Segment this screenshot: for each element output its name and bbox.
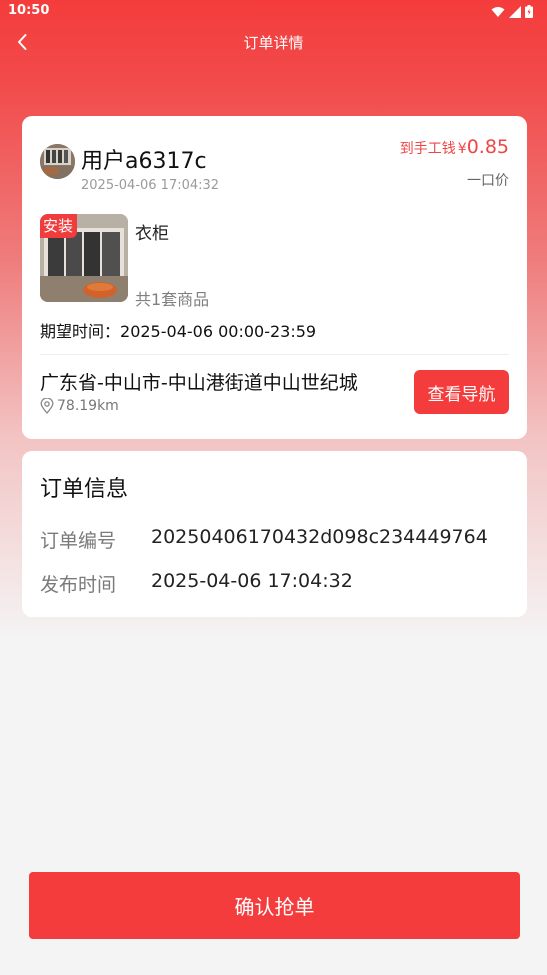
wifi-icon bbox=[491, 6, 505, 17]
product-name: 衣柜 bbox=[135, 224, 169, 244]
battery-icon bbox=[525, 5, 533, 18]
expected-time-label: 期望时间： bbox=[40, 322, 121, 341]
product-count: 共1套商品 bbox=[135, 290, 210, 309]
status-time: 10:50 bbox=[8, 3, 50, 18]
order-number-value: 20250406170432d098c234449764 bbox=[151, 526, 488, 548]
location-pin-icon bbox=[40, 398, 54, 414]
status-icons bbox=[491, 5, 533, 18]
confirm-grab-order-button[interactable]: 确认抢单 bbox=[29, 872, 520, 939]
price-label: 到手工钱 bbox=[399, 141, 456, 157]
avatar-image bbox=[40, 144, 75, 179]
product-image: 安装 bbox=[40, 214, 128, 302]
order-info-title: 订单信息 bbox=[40, 477, 129, 502]
install-tag: 安装 bbox=[40, 214, 78, 238]
divider bbox=[40, 354, 509, 355]
order-card: 用户a6317c 2025-04-06 17:04:32 到手工钱 ¥ 0.85… bbox=[22, 116, 527, 439]
expected-time-row: 期望时间：2025-04-06 00:00-23:59 bbox=[40, 318, 316, 342]
price-type: 一口价 bbox=[467, 173, 509, 189]
price-currency: ¥ bbox=[457, 141, 467, 157]
distance-row: 78.19km bbox=[40, 398, 119, 414]
distance-value: 78.19km bbox=[57, 398, 119, 414]
page-title: 订单详情 bbox=[243, 34, 304, 52]
order-number-label: 订单编号 bbox=[40, 530, 117, 552]
order-number-row: 订单编号 20250406170432d098c234449764 bbox=[40, 526, 488, 553]
address: 广东省-中山市-中山港街道中山世纪城 bbox=[40, 372, 358, 394]
price-value: 0.85 bbox=[466, 136, 509, 158]
price-row: 到手工钱 ¥ 0.85 bbox=[400, 136, 509, 158]
publish-time-row: 发布时间 2025-04-06 17:04:32 bbox=[40, 570, 353, 597]
order-info-card: 订单信息 订单编号 20250406170432d098c234449764 发… bbox=[22, 451, 527, 617]
user-name: 用户a6317c bbox=[81, 149, 207, 174]
status-bar: 10:50 bbox=[0, 0, 547, 24]
expected-time-value: 2025-04-06 00:00-23:59 bbox=[120, 322, 317, 341]
publish-time-label: 发布时间 bbox=[40, 574, 117, 596]
avatar bbox=[40, 144, 75, 179]
signal-icon bbox=[509, 5, 521, 18]
view-navigation-button[interactable]: 查看导航 bbox=[414, 370, 509, 414]
publish-time-value: 2025-04-06 17:04:32 bbox=[151, 570, 353, 592]
user-post-time: 2025-04-06 17:04:32 bbox=[81, 178, 220, 193]
